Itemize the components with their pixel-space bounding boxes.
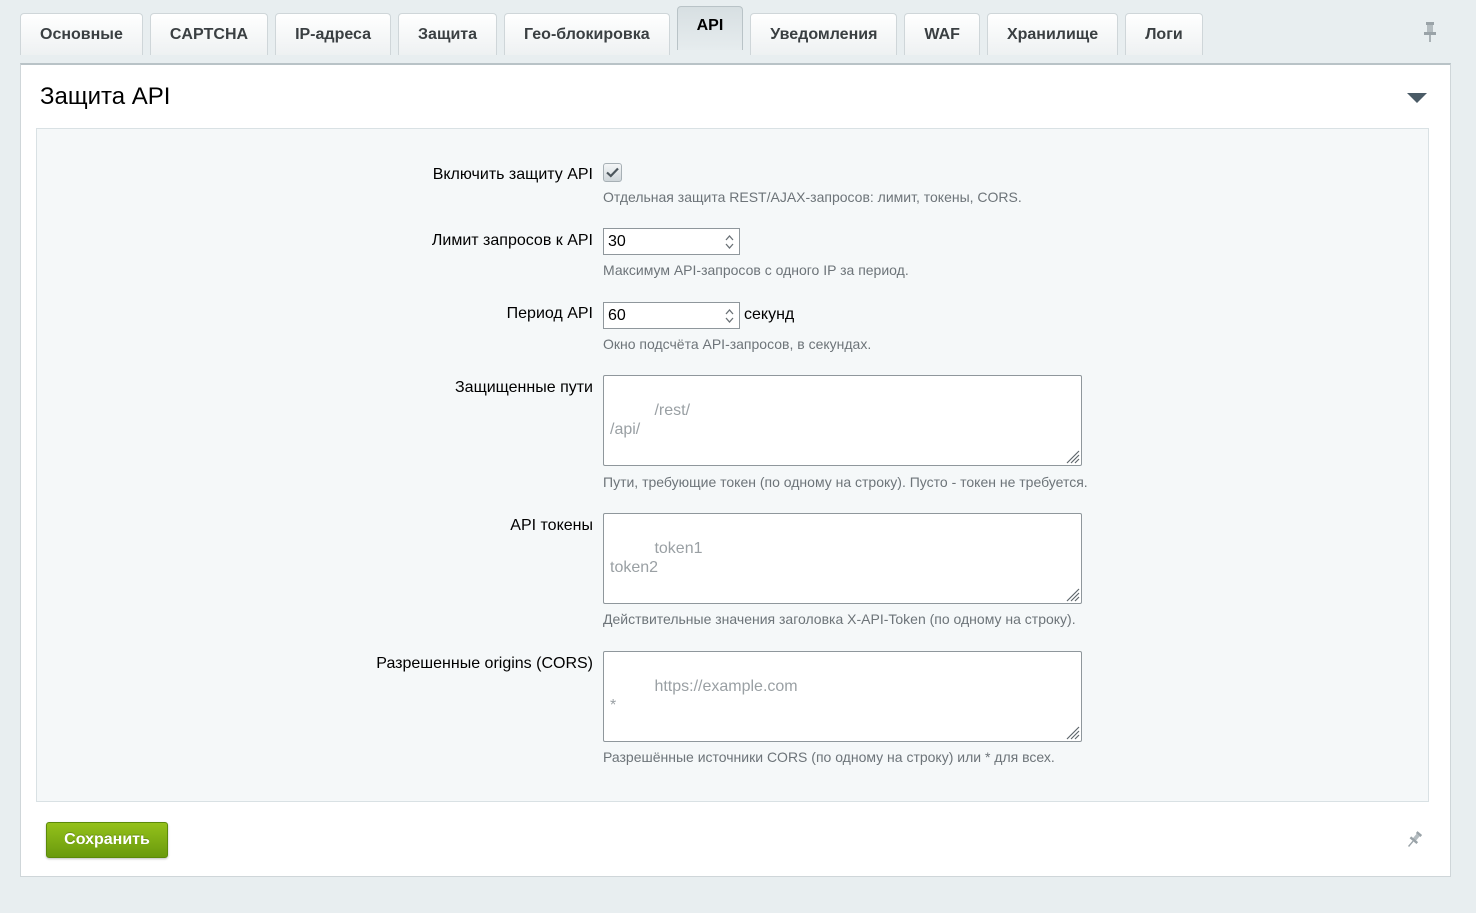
tab-9[interactable]: Хранилище: [986, 13, 1119, 55]
tab-8[interactable]: WAF: [904, 13, 980, 55]
field-hint: Окно подсчёта API-запросов, в секундах.: [603, 336, 872, 352]
field-hint: Разрешённые источники CORS (по одному на…: [603, 749, 1055, 765]
resize-grip-icon[interactable]: [1064, 586, 1080, 602]
chevron-down-icon[interactable]: [1407, 93, 1427, 103]
tab-10[interactable]: Логи: [1125, 13, 1203, 55]
checkmark-icon: [606, 167, 619, 178]
tab-1[interactable]: Основные: [20, 13, 143, 55]
settings-panel: Защита API Включить защиту API Отдельная…: [20, 63, 1451, 877]
textarea-placeholder: token1 token2: [610, 540, 703, 576]
tab-7[interactable]: Уведомления: [750, 13, 898, 55]
resize-grip-icon[interactable]: [1064, 448, 1080, 464]
form-area: Включить защиту API Отдельная защита RES…: [36, 128, 1429, 802]
api-limit-input[interactable]: 30: [603, 228, 740, 255]
field-hint: Действительные значения заголовка X-API-…: [603, 611, 1076, 627]
api-limit-value: 30: [608, 232, 626, 250]
spinner-arrows-icon[interactable]: [719, 303, 739, 328]
field-hint: Отдельная защита REST/AJAX-запросов: лим…: [603, 189, 1022, 205]
field-label: Лимит запросов к API: [431, 232, 593, 249]
field-label: API токены: [510, 517, 593, 534]
field-label: Включить защиту API: [432, 166, 593, 183]
api-period-value: 60: [608, 306, 626, 324]
field-hint: Максимум API-запросов с одного IP за пер…: [603, 262, 909, 278]
api-tokens-textarea[interactable]: token1 token2: [603, 513, 1082, 604]
pin-icon[interactable]: [1404, 830, 1424, 850]
protected-paths-textarea[interactable]: /rest/ /api/: [603, 375, 1082, 466]
tab-5[interactable]: Гео-блокировка: [504, 13, 670, 55]
field-hint: Пути, требующие токен (по одному на стро…: [603, 474, 1088, 490]
cors-origins-textarea[interactable]: https://example.com *: [603, 651, 1082, 742]
tab-2[interactable]: CAPTCHA: [149, 13, 269, 55]
textarea-placeholder: /rest/ /api/: [610, 402, 691, 438]
spinner-arrows-icon[interactable]: [719, 229, 739, 254]
resize-grip-icon[interactable]: [1064, 724, 1080, 740]
pin-icon[interactable]: [1421, 21, 1439, 43]
tab-bar: Основные CAPTCHA IP-адреса Защита Гео-блокир…: [20, 6, 1203, 55]
save-button[interactable]: Сохранить: [46, 822, 168, 858]
field-label: Период API: [506, 305, 593, 322]
enable-api-checkbox[interactable]: [603, 163, 622, 182]
api-period-input[interactable]: 60: [603, 302, 740, 329]
tab-6[interactable]: API: [676, 6, 744, 50]
field-label: Разрешенные origins (CORS): [376, 655, 593, 672]
tab-4[interactable]: Защита: [398, 13, 498, 55]
textarea-placeholder: https://example.com *: [610, 678, 798, 714]
section-title: Защита API: [40, 83, 171, 110]
field-label: Защищенные пути: [455, 379, 593, 396]
period-unit: секунд: [744, 306, 795, 323]
tab-3[interactable]: IP-адреса: [275, 13, 392, 55]
